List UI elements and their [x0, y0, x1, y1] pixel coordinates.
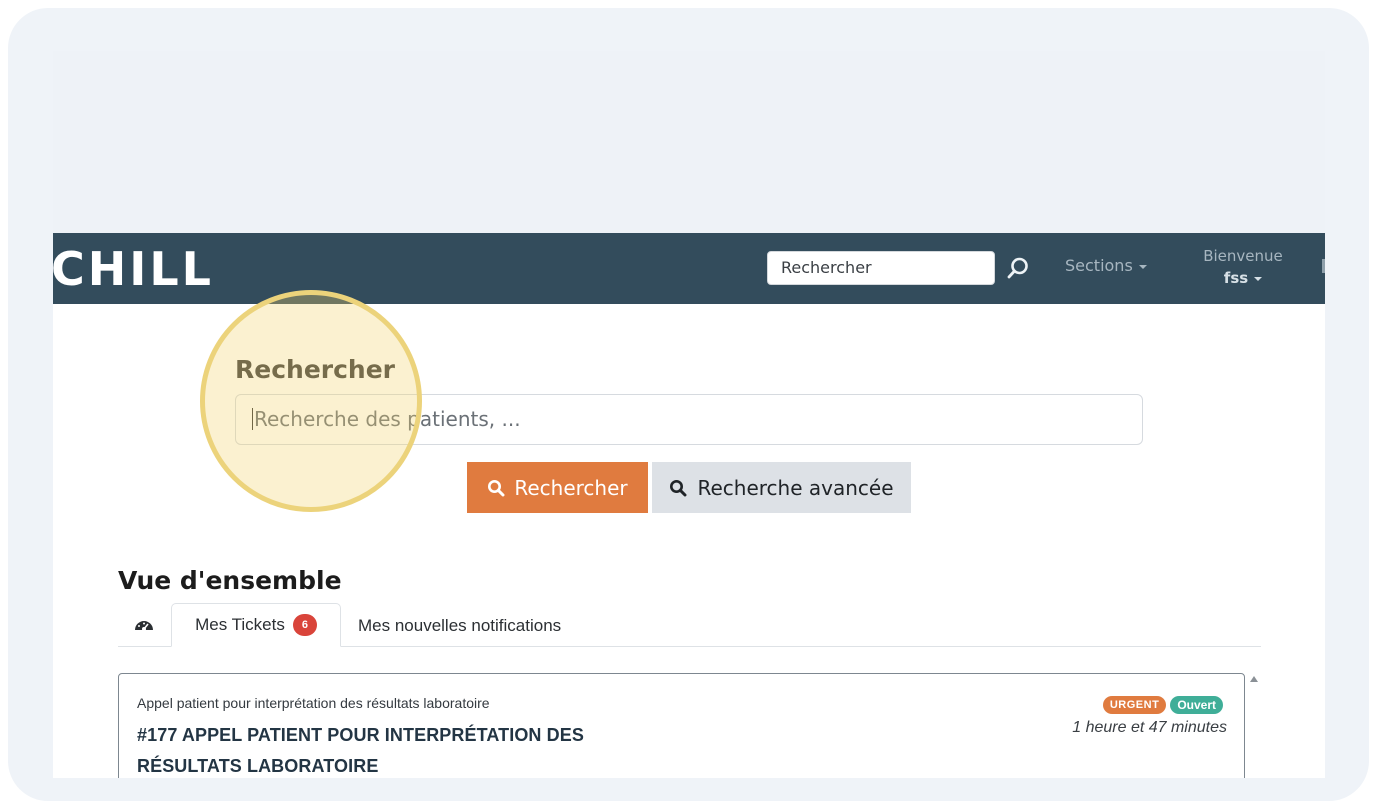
search-icon: [488, 479, 505, 496]
search-button-label: Rechercher: [514, 475, 628, 500]
ticket-count-badge: 6: [292, 614, 317, 636]
search-icon[interactable]: [1005, 255, 1031, 281]
advanced-search-label: Recherche avancée: [697, 475, 894, 500]
search-icon: [670, 479, 687, 496]
search-heading: Rechercher: [235, 355, 396, 384]
dashboard-icon[interactable]: [132, 614, 156, 638]
welcome-label: Bienvenue: [1203, 247, 1283, 265]
search-placeholder: Recherche des patients, ...: [254, 407, 521, 431]
urgency-badge: URGENT: [1102, 696, 1167, 714]
navbar-search-input[interactable]: Rechercher: [767, 251, 995, 285]
ticket-title[interactable]: #177 APPEL PATIENT POUR INTERPRÉTATION D…: [137, 720, 607, 778]
tab-my-tickets[interactable]: Mes Tickets 6: [171, 603, 341, 647]
patient-search-input[interactable]: Recherche des patients, ...: [235, 394, 1143, 445]
browser-viewport: CHILL Rechercher Sections Bienvenue fss …: [53, 51, 1325, 778]
top-navbar: CHILL Rechercher Sections Bienvenue fss: [53, 233, 1325, 304]
sections-label: Sections: [1065, 256, 1133, 275]
overview-heading: Vue d'ensemble: [118, 566, 342, 595]
tab-notifications[interactable]: Mes nouvelles notifications: [358, 616, 561, 636]
sections-menu[interactable]: Sections: [1065, 256, 1147, 275]
chevron-down-icon: [1138, 264, 1147, 269]
screenshot-frame: CHILL Rechercher Sections Bienvenue fss …: [8, 8, 1369, 801]
ticket-badges: URGENT Ouvert: [1102, 696, 1223, 714]
advanced-search-button[interactable]: Recherche avancée: [652, 462, 911, 513]
text-cursor: [252, 408, 253, 430]
app-logo[interactable]: CHILL: [53, 241, 214, 297]
ticket-card[interactable]: Appel patient pour interprétation des ré…: [118, 673, 1245, 778]
ticket-caption: Appel patient pour interprétation des ré…: [137, 695, 490, 711]
scroll-up-icon[interactable]: [1250, 676, 1258, 682]
user-menu[interactable]: Bienvenue fss: [1193, 245, 1293, 289]
main-content: Rechercher Recherche des patients, ... R…: [53, 304, 1325, 778]
search-button[interactable]: Rechercher: [467, 462, 648, 513]
chevron-down-icon: [1254, 276, 1263, 281]
ticket-elapsed-time: 1 heure et 47 minutes: [1072, 719, 1227, 736]
tab-my-tickets-label: Mes Tickets: [195, 615, 285, 634]
status-badge: Ouvert: [1170, 696, 1223, 714]
user-name: fss: [1223, 269, 1249, 287]
navbar-overflow-item: [1322, 259, 1325, 273]
